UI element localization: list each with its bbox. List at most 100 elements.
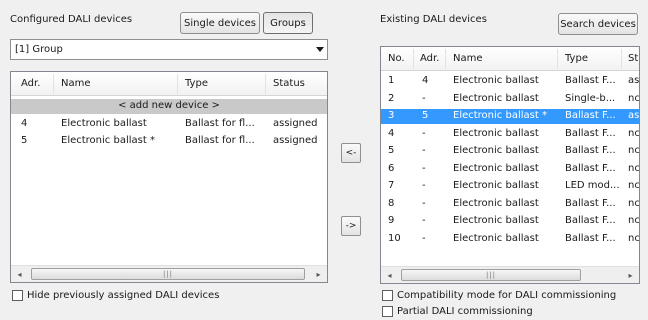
cell-name: Electronic ballast: [453, 92, 539, 104]
partial-commissioning-label: Partial DALI commissioning: [397, 306, 533, 317]
cell-name: Electronic ballast *: [61, 135, 155, 146]
cell-st: as: [628, 75, 640, 86]
cell-status: assigned: [273, 118, 318, 129]
col-status[interactable]: Status: [273, 78, 305, 89]
chevron-down-icon[interactable]: [316, 47, 324, 52]
table-row[interactable]: 8 - Electronic ballast Ballast F... nc: [381, 197, 639, 212]
cell-adr: -: [422, 127, 426, 139]
group-select-value: [1] Group: [15, 44, 63, 55]
hide-assigned-checkbox[interactable]: [12, 290, 23, 301]
compat-mode-checkbox[interactable]: [382, 290, 393, 301]
cell-st: nc: [628, 127, 640, 139]
col-no[interactable]: No.: [388, 53, 405, 64]
move-right-button[interactable]: ->: [341, 216, 361, 236]
cell-name: Electronic ballast: [453, 215, 539, 226]
table-row[interactable]: 5 - Electronic ballast Ballast F... nc: [381, 144, 639, 159]
groups-button[interactable]: Groups: [263, 12, 313, 34]
cell-name: Electronic ballast: [61, 118, 147, 129]
cell-type: Ballast F...: [565, 232, 616, 244]
table-row[interactable]: 4 Electronic ballast Ballast for fl... a…: [11, 117, 327, 132]
horizontal-scrollbar[interactable]: ◂ ||| ▸: [11, 265, 327, 282]
group-select[interactable]: [1] Group: [10, 39, 328, 60]
partial-commissioning-checkbox[interactable]: [382, 306, 393, 317]
configured-devices-list[interactable]: Adr. Name Type Status < add new device >…: [10, 71, 328, 283]
cell-no: 3: [388, 110, 395, 121]
list-header: No. Adr. Name Type St: [381, 47, 639, 71]
cell-type: Ballast F...: [565, 215, 616, 226]
col-type[interactable]: Type: [185, 78, 208, 89]
cell-adr: -: [422, 215, 426, 226]
cell-type: Ballast F...: [565, 162, 616, 174]
add-device-label: < add new device >: [118, 100, 220, 111]
cell-adr: -: [422, 232, 426, 244]
cell-no: 4: [388, 127, 395, 139]
table-row[interactable]: 2 - Electronic ballast Single-b... nc: [381, 92, 639, 107]
cell-type: Ballast for fl...: [185, 135, 255, 146]
col-adr[interactable]: Adr.: [21, 78, 40, 89]
cell-adr: 5: [21, 135, 28, 146]
scroll-thumb[interactable]: |||: [31, 268, 305, 280]
cell-st: nc: [628, 215, 640, 226]
cell-name: Electronic ballast: [453, 75, 539, 86]
cell-name: Electronic ballast: [453, 127, 539, 139]
cell-type: Ballast F...: [565, 145, 616, 156]
move-left-button[interactable]: <-: [341, 143, 361, 163]
table-row[interactable]: 10 - Electronic ballast Ballast F... nc: [381, 232, 639, 247]
hide-assigned-label: Hide previously assigned DALI devices: [27, 290, 220, 301]
hide-assigned-checkbox-row[interactable]: Hide previously assigned DALI devices: [12, 290, 219, 301]
existing-devices-list[interactable]: No. Adr. Name Type St 1 4 Electronic balla…: [380, 46, 640, 284]
configured-devices-title: Configured DALI devices: [10, 14, 133, 25]
col-name[interactable]: Name: [61, 78, 91, 89]
table-row[interactable]: 6 - Electronic ballast Ballast F... nc: [381, 162, 639, 177]
col-type[interactable]: Type: [565, 53, 588, 64]
cell-type: LED mod...: [565, 180, 620, 191]
cell-st: as: [628, 110, 640, 121]
cell-no: 8: [388, 197, 395, 209]
existing-devices-title: Existing DALI devices: [380, 14, 487, 25]
search-devices-button[interactable]: Search devices: [558, 13, 638, 35]
cell-adr: -: [422, 180, 426, 191]
scroll-right-icon[interactable]: ▸: [622, 267, 639, 283]
table-row[interactable]: 3 5 Electronic ballast * Ballast F... as: [381, 109, 639, 124]
add-device-row[interactable]: < add new device >: [11, 99, 327, 114]
cell-name: Electronic ballast: [453, 180, 539, 191]
cell-st: nc: [628, 180, 640, 191]
cell-name: Electronic ballast: [453, 145, 539, 156]
cell-type: Ballast F...: [565, 197, 616, 209]
single-devices-button[interactable]: Single devices: [180, 12, 260, 34]
scroll-left-icon[interactable]: ◂: [381, 267, 398, 283]
cell-st: nc: [628, 145, 640, 156]
col-name[interactable]: Name: [453, 53, 483, 64]
cell-name: Electronic ballast: [453, 162, 539, 174]
horizontal-scrollbar[interactable]: ◂ ||| ▸: [381, 266, 639, 283]
cell-name: Electronic ballast *: [453, 110, 547, 121]
cell-adr: -: [422, 92, 426, 104]
partial-commissioning-checkbox-row[interactable]: Partial DALI commissioning: [382, 306, 533, 317]
cell-adr: -: [422, 197, 426, 209]
cell-no: 1: [388, 75, 395, 86]
col-status[interactable]: St: [628, 53, 638, 64]
table-row[interactable]: 9 - Electronic ballast Ballast F... nc: [381, 214, 639, 229]
cell-status: assigned: [273, 135, 318, 146]
table-row[interactable]: 5 Electronic ballast * Ballast for fl...…: [11, 134, 327, 149]
scroll-thumb[interactable]: |||: [401, 269, 581, 281]
cell-adr: 4: [21, 118, 28, 129]
compat-mode-label: Compatibility mode for DALI commissionin…: [397, 290, 617, 301]
table-row[interactable]: 4 - Electronic ballast Ballast F... nc: [381, 127, 639, 142]
scroll-right-icon[interactable]: ▸: [310, 266, 327, 282]
col-adr[interactable]: Adr.: [420, 53, 439, 64]
cell-type: Ballast F...: [565, 110, 616, 121]
table-row[interactable]: 1 4 Electronic ballast Ballast F... as: [381, 74, 639, 89]
table-row[interactable]: 7 - Electronic ballast LED mod... nc: [381, 179, 639, 194]
cell-no: 5: [388, 145, 395, 156]
cell-no: 6: [388, 162, 395, 174]
cell-adr: -: [422, 162, 426, 174]
cell-no: 10: [388, 232, 401, 244]
cell-name: Electronic ballast: [453, 197, 539, 209]
compat-mode-checkbox-row[interactable]: Compatibility mode for DALI commissionin…: [382, 290, 616, 301]
scroll-left-icon[interactable]: ◂: [11, 266, 28, 282]
cell-adr: 4: [422, 75, 429, 86]
cell-type: Ballast for fl...: [185, 118, 255, 129]
cell-type: Single-b...: [565, 92, 616, 104]
cell-no: 7: [388, 180, 395, 191]
